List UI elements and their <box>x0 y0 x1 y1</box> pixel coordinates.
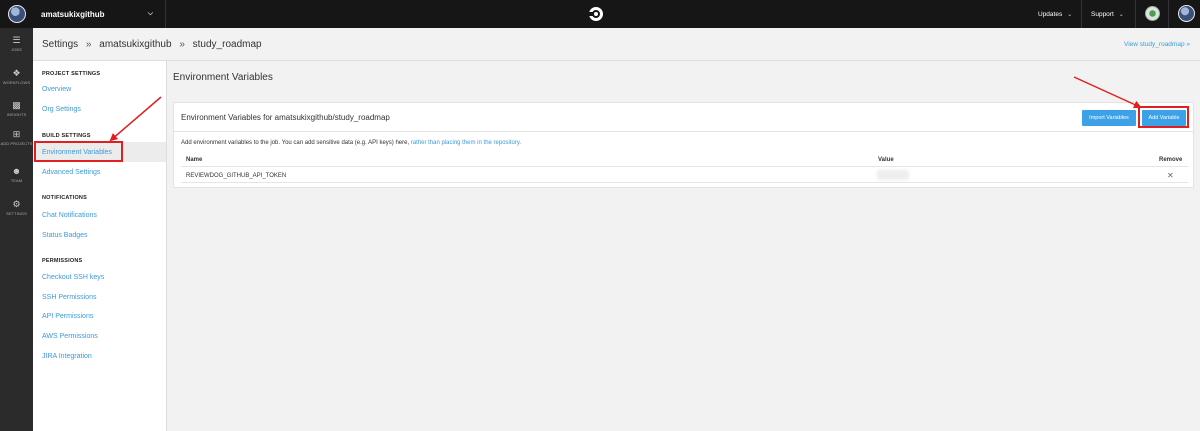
sidebar-item-api-permissions[interactable]: API Permissions <box>42 313 93 320</box>
settings-sidebar: PROJECT SETTINGS Overview Org Settings B… <box>33 61 167 431</box>
chevron-down-icon: ⌄ <box>1118 11 1124 18</box>
env-vars-card: Environment Variables for amatsukixgithu… <box>173 102 1194 188</box>
section-project-settings: PROJECT SETTINGS <box>42 71 101 77</box>
sidebar-item-ssh-permissions[interactable]: SSH Permissions <box>42 294 96 301</box>
org-avatar[interactable] <box>7 5 26 23</box>
chevron-down-icon: ⌄ <box>1067 11 1073 18</box>
list-icon: ☰ <box>12 35 21 45</box>
page-header: Settings » amatsukixgithub » study_roadm… <box>33 28 1200 61</box>
crumb-project[interactable]: study_roadmap <box>193 39 262 50</box>
section-build-settings: BUILD SETTINGS <box>42 133 91 139</box>
top-bar: amatsukixgithub ⌵ Updates ⌄ Support ⌄ <box>0 0 1200 28</box>
crumb-settings[interactable]: Settings <box>42 39 78 50</box>
sidebar-item-chat-notifications[interactable]: Chat Notifications <box>42 212 97 219</box>
rail-item-add-projects[interactable]: ⊞ ADD PROJECTS <box>0 129 33 146</box>
masked-value <box>877 170 909 180</box>
rail-item-jobs[interactable]: ☰ JOBS <box>0 35 33 52</box>
annotation-box <box>34 141 123 162</box>
sidebar-item-aws-permissions[interactable]: AWS Permissions <box>42 333 98 340</box>
crumb-separator: » <box>179 39 185 50</box>
org-switcher[interactable]: amatsukixgithub ⌵ <box>33 0 166 28</box>
column-header-name: Name <box>186 157 203 163</box>
section-permissions: PERMISSIONS <box>42 258 83 264</box>
divider <box>1168 0 1169 28</box>
variable-name: REVIEWDOG_GITHUB_API_TOKEN <box>186 173 287 179</box>
chevron-down-icon: ⌵ <box>147 10 153 17</box>
table-divider <box>181 182 1188 183</box>
repository-link[interactable]: rather than placing them in the reposito… <box>411 140 521 146</box>
team-icon: ☻ <box>11 166 22 176</box>
circleci-logo-icon[interactable] <box>587 7 603 21</box>
crumb-org[interactable]: amatsukixgithub <box>99 39 171 50</box>
rail-item-settings[interactable]: ⚙ SETTINGS <box>0 199 33 216</box>
support-label: Support <box>1091 10 1114 18</box>
sidebar-item-org-settings[interactable]: Org Settings <box>42 106 81 113</box>
user-avatar[interactable] <box>1145 6 1160 21</box>
section-notifications: NOTIFICATIONS <box>42 195 87 201</box>
description: Add environment variables to the job. Yo… <box>181 140 521 146</box>
sidebar-item-checkout-ssh-keys[interactable]: Checkout SSH keys <box>42 274 104 281</box>
nav-rail: ☰ JOBS ❖ WORKFLOWS ▩ INSIGHTS ⊞ ADD PROJ… <box>0 28 33 431</box>
rail-item-insights[interactable]: ▩ INSIGHTS <box>0 100 33 117</box>
sidebar-item-overview[interactable]: Overview <box>42 86 71 93</box>
view-project-link[interactable]: View study_roadmap » <box>1124 41 1190 48</box>
import-variables-button[interactable]: Import Variables <box>1082 110 1136 126</box>
sidebar-item-jira-integration[interactable]: JIRA Integration <box>42 353 92 360</box>
annotation-arrows <box>109 76 1142 142</box>
add-project-icon: ⊞ <box>12 129 21 139</box>
workflow-icon: ❖ <box>12 68 21 78</box>
bar-chart-icon: ▩ <box>12 100 21 110</box>
card-header: Environment Variables for amatsukixgithu… <box>174 103 1193 132</box>
table-divider <box>181 166 1188 167</box>
divider <box>1081 0 1082 28</box>
rail-item-team[interactable]: ☻ TEAM <box>0 166 33 183</box>
column-header-value: Value <box>878 157 894 163</box>
rail-item-workflows[interactable]: ❖ WORKFLOWS <box>0 68 33 85</box>
org-name: amatsukixgithub <box>41 9 105 19</box>
close-icon[interactable]: ✕ <box>1167 171 1174 180</box>
crumb-separator: » <box>85 39 92 50</box>
column-header-remove: Remove <box>1159 157 1183 163</box>
description-text: Add environment variables to the job. Yo… <box>181 140 410 146</box>
gear-icon: ⚙ <box>12 199 21 209</box>
breadcrumb: Settings » amatsukixgithub » study_roadm… <box>42 39 262 50</box>
annotation-box <box>1138 106 1189 128</box>
sidebar-item-status-badges[interactable]: Status Badges <box>42 232 88 239</box>
page-title: Environment Variables <box>173 72 273 83</box>
updates-menu[interactable]: Updates ⌄ <box>1038 0 1072 28</box>
card-title: Environment Variables for amatsukixgithu… <box>181 113 390 122</box>
sidebar-item-advanced-settings[interactable]: Advanced Settings <box>42 169 100 176</box>
support-menu[interactable]: Support ⌄ <box>1091 0 1124 28</box>
updates-label: Updates <box>1038 10 1063 18</box>
divider <box>1135 0 1136 28</box>
account-avatar[interactable] <box>1178 5 1195 22</box>
org-avatar-cell[interactable] <box>0 0 33 28</box>
